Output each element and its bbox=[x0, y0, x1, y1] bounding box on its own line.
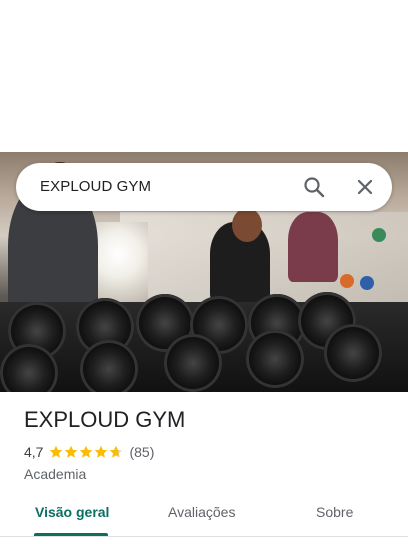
search-button[interactable] bbox=[298, 171, 330, 203]
tab-about[interactable]: Sobre bbox=[316, 504, 353, 520]
dumbbell bbox=[246, 330, 304, 388]
medicine-ball bbox=[340, 274, 354, 288]
tab-reviews[interactable]: Avaliações bbox=[168, 504, 235, 520]
map-blank-area bbox=[0, 0, 408, 152]
rating-row[interactable]: 4,7 (85) bbox=[24, 444, 154, 460]
medicine-ball bbox=[372, 228, 386, 242]
photo-person bbox=[288, 212, 338, 282]
star-icon bbox=[110, 445, 123, 458]
dumbbell bbox=[324, 324, 382, 382]
rating-stars bbox=[49, 445, 123, 459]
close-button[interactable] bbox=[349, 171, 381, 203]
place-category[interactable]: Academia bbox=[24, 466, 86, 482]
place-title: EXPLOUD GYM bbox=[24, 407, 186, 432]
rating-value: 4,7 bbox=[24, 444, 44, 460]
tab-overview[interactable]: Visão geral bbox=[35, 504, 109, 520]
tabs-divider bbox=[0, 536, 408, 537]
search-icon bbox=[304, 177, 325, 198]
photo-person-head bbox=[232, 208, 262, 242]
star-icon bbox=[65, 445, 78, 458]
search-input[interactable]: EXPLOUD GYM bbox=[40, 178, 151, 195]
star-icon bbox=[50, 445, 63, 458]
star-icon bbox=[80, 445, 93, 458]
close-icon bbox=[357, 179, 373, 195]
dumbbell bbox=[164, 334, 222, 392]
star-icon bbox=[95, 445, 108, 458]
review-count[interactable]: (85) bbox=[129, 444, 154, 460]
place-tabs: Visão geral Avaliações Sobre bbox=[0, 494, 408, 538]
dumbbell bbox=[80, 340, 138, 392]
search-bar[interactable]: EXPLOUD GYM bbox=[16, 163, 392, 211]
medicine-ball bbox=[360, 276, 374, 290]
